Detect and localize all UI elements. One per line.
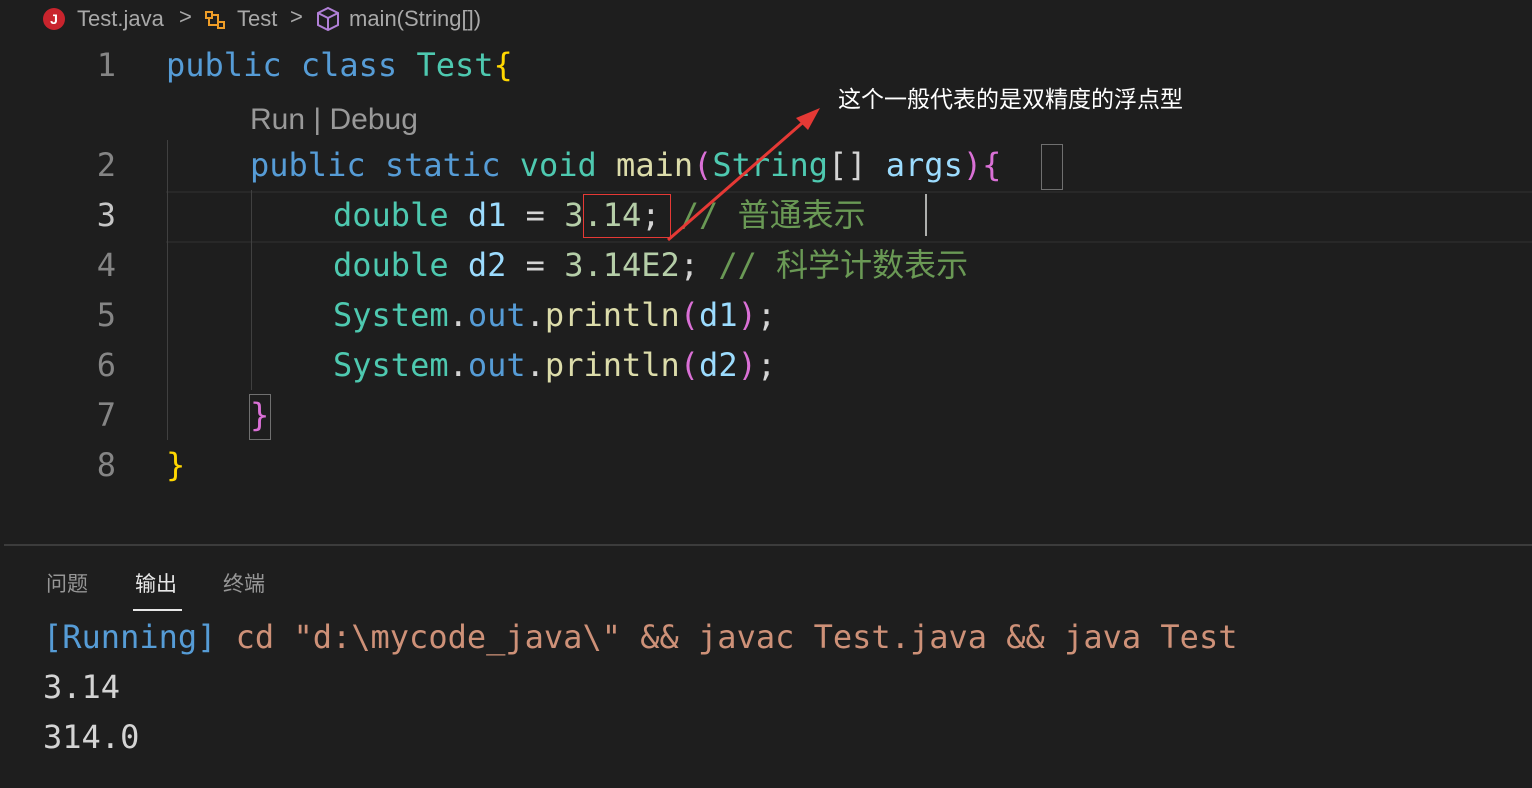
bottom-panel: 问题 输出 终端 [Running] cd "d:\mycode_java\" … [0,546,1532,788]
output-result-line: 314.0 [43,718,140,756]
active-tab-indicator [133,609,182,611]
output-command-line: [Running] cd "d:\mycode_java\" && javac … [43,612,1237,662]
tab-problems[interactable]: 问题 [46,568,88,598]
output-running-tag: [Running] [43,618,217,656]
tab-terminal[interactable]: 终端 [223,568,265,598]
output-command: cd "d:\mycode_java\" && javac Test.java … [235,618,1238,656]
tab-output[interactable]: 输出 [135,568,177,598]
output-result-line: 3.14 [43,668,121,706]
